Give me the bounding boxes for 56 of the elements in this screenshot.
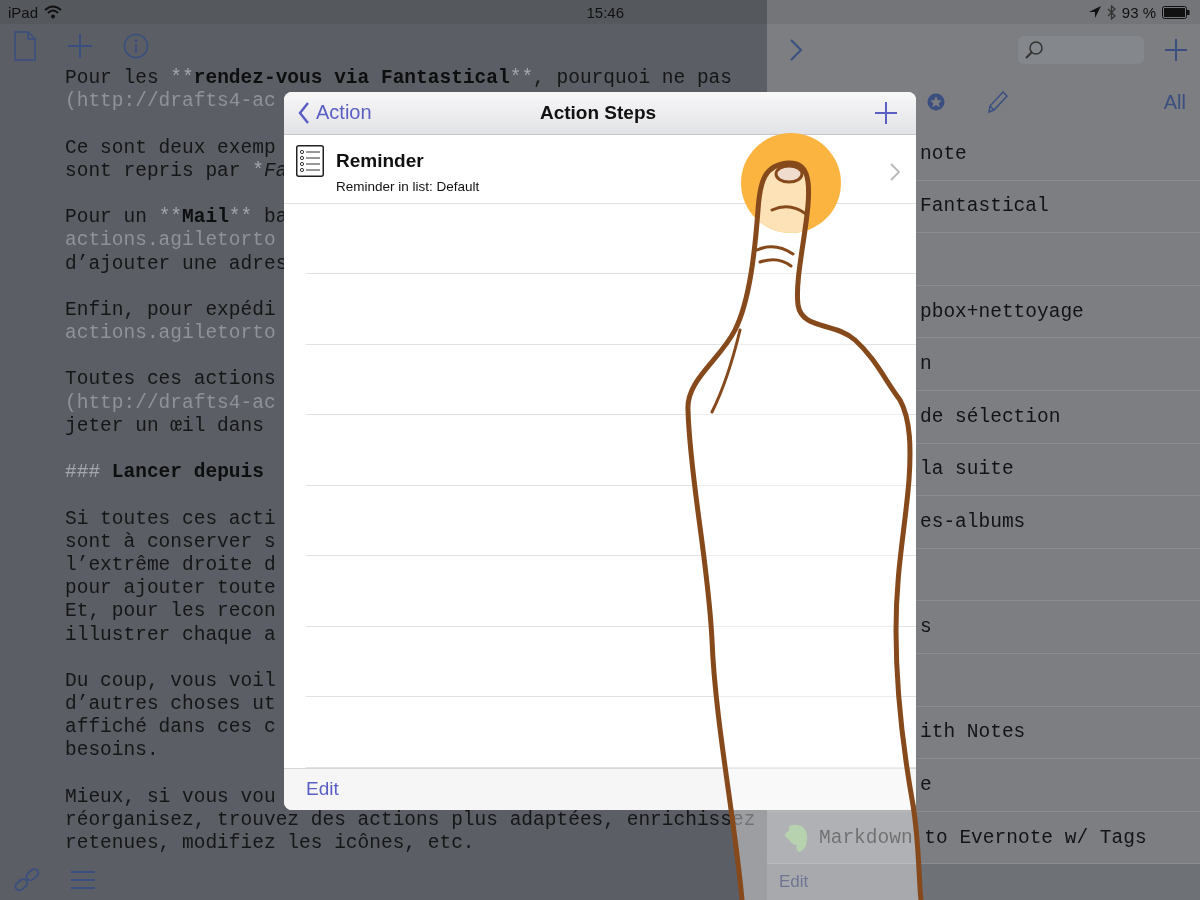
- action-title[interactable]: pbox+nettoyage: [920, 300, 1084, 323]
- info-icon[interactable]: [123, 33, 149, 59]
- bluetooth-icon: [1106, 4, 1116, 20]
- text-line: Ce sont deux exemp: [65, 138, 276, 158]
- modal-title: Action Steps: [539, 101, 657, 124]
- pencil-icon[interactable]: [987, 90, 1009, 114]
- text-line: affiché dans ces c: [65, 718, 276, 738]
- document-icon[interactable]: [13, 31, 37, 61]
- text-line: jeter un œil dans: [65, 416, 264, 436]
- action-title[interactable]: la suite: [920, 458, 1014, 481]
- text-line: l’extrême droite d: [65, 555, 276, 575]
- text-line: illustrer chaque a: [65, 625, 276, 645]
- carrier-label: iPad: [8, 3, 39, 21]
- action-title[interactable]: e: [920, 773, 932, 796]
- clock-time: 15:46: [586, 3, 624, 21]
- text-line: sont à conserver s: [65, 532, 276, 552]
- step-subtitle: Reminder in list: Default: [336, 178, 480, 194]
- chevron-right-icon: [890, 162, 900, 181]
- text-line: Si toutes ces acti: [65, 509, 276, 529]
- action-title[interactable]: s: [920, 616, 932, 639]
- menu-icon[interactable]: [70, 870, 96, 890]
- plus-icon[interactable]: [874, 100, 898, 125]
- text-line: Pour les **rendez-vous via Fantastical**, pourquoi ne pas: [65, 69, 733, 88]
- text-line: besoins.: [65, 741, 159, 761]
- chevron-right-icon[interactable]: [789, 38, 803, 62]
- text-line: Toutes ces actions: [65, 370, 276, 390]
- action-title[interactable]: n: [920, 353, 932, 376]
- text-line: Mieux, si vous vou: [65, 787, 276, 807]
- star-icon[interactable]: [927, 93, 945, 111]
- text-line: pour ajouter toute: [65, 579, 276, 599]
- text-line: Du coup, vous voil: [65, 671, 276, 691]
- back-button[interactable]: Action: [298, 101, 372, 125]
- action-title[interactable]: Fantastical: [920, 195, 1049, 218]
- text-line: d’autres choses ut: [65, 695, 276, 715]
- action-title[interactable]: note: [920, 142, 967, 165]
- link-icon[interactable]: [14, 867, 40, 893]
- search-icon: [1024, 40, 1044, 60]
- plus-icon[interactable]: [1164, 38, 1188, 62]
- text-line: d’ajouter une adres: [65, 254, 288, 274]
- battery-icon: [1162, 5, 1190, 19]
- list-icon: [296, 144, 324, 177]
- action-title[interactable]: de sélection: [920, 405, 1061, 428]
- edit-button[interactable]: Edit: [306, 778, 339, 801]
- battery-percent: 93 %: [1121, 3, 1156, 21]
- text-line: Et, pour les recon: [65, 602, 276, 622]
- action-title[interactable]: Markdown to Evernote w/ Tags: [819, 826, 1147, 849]
- location-arrow-icon: [1088, 6, 1101, 18]
- step-title: Reminder: [336, 149, 425, 172]
- chevron-left-icon: [298, 101, 310, 124]
- search-field[interactable]: [1018, 36, 1144, 64]
- action-title[interactable]: es-albums: [920, 510, 1026, 533]
- wifi-icon: [44, 5, 63, 19]
- action-title[interactable]: ith Notes: [920, 721, 1026, 744]
- text-line: ### Lancer depuis: [65, 463, 264, 483]
- text-line: Enfin, pour expédi: [65, 300, 276, 320]
- text-line: retenues, modifiez les icônes, etc.: [65, 834, 475, 854]
